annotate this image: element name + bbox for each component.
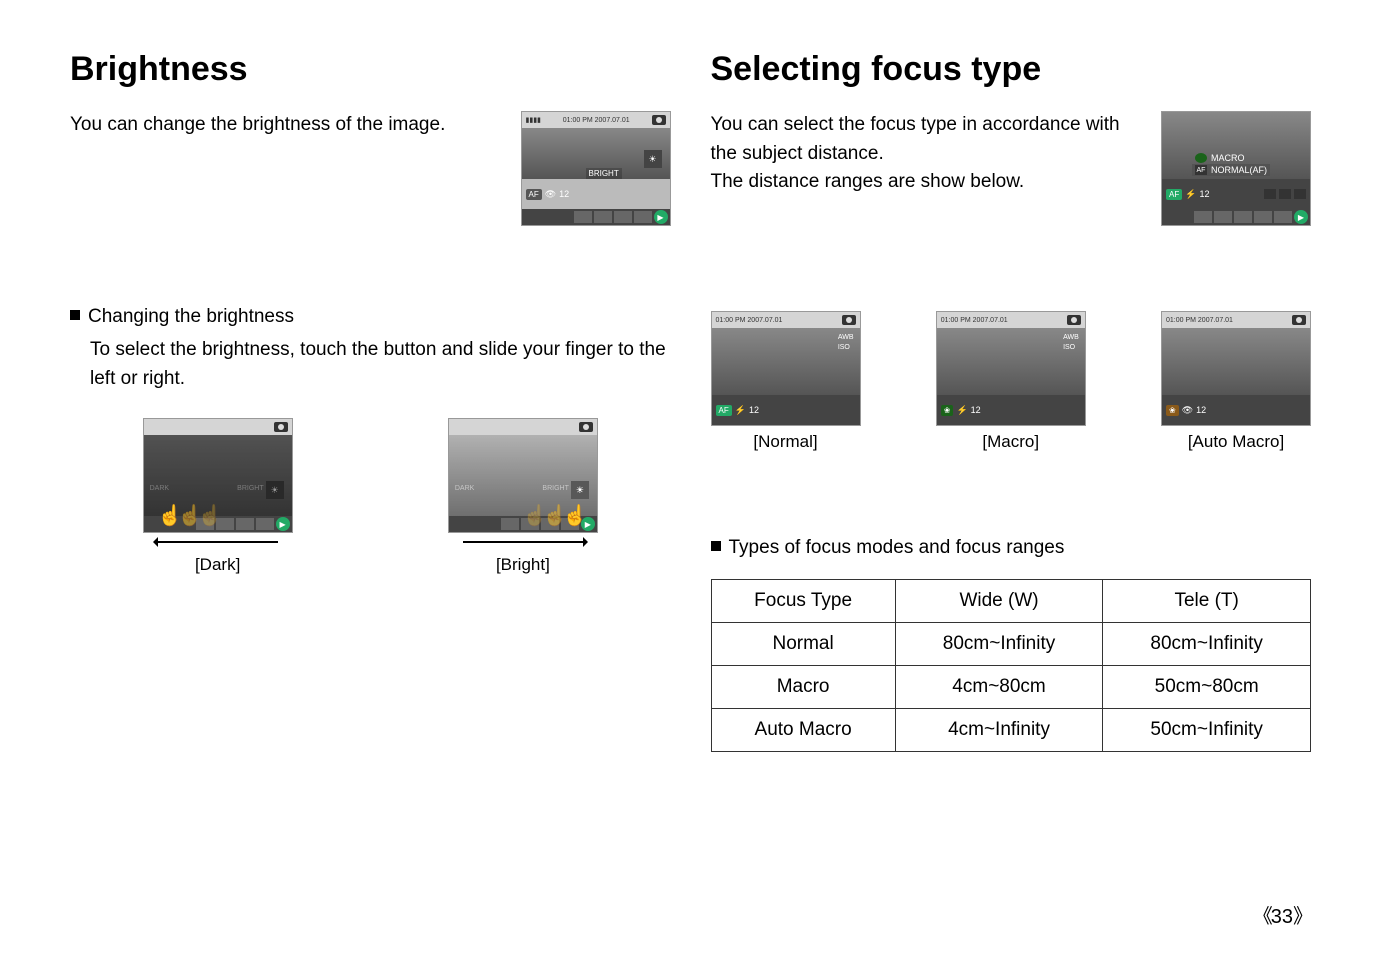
flash-icon: ⚡ — [1185, 189, 1196, 200]
awb-label: AWB — [838, 334, 854, 341]
menu-macro: MACRO — [1211, 153, 1245, 163]
normal-screenshot: 01:00 PM 2007.07.01 AWB ISO AF ⚡ 12 — [711, 311, 861, 426]
dark-caption: [Dark] — [195, 555, 240, 575]
frame-count: 12 — [749, 405, 759, 415]
play-icon: ▶ — [276, 517, 290, 531]
icon — [1294, 189, 1306, 199]
play-icon: ▶ — [1294, 210, 1308, 224]
brightness-heading: Brightness — [70, 50, 671, 89]
table-row: Normal 80cm~Infinity 80cm~Infinity — [711, 623, 1311, 666]
bright-screenshot: DARK BRIGHT ☀ ▶ — [448, 418, 598, 533]
icon — [1279, 189, 1291, 199]
focus-menu: MACRO AF NORMAL(AF) — [1192, 152, 1270, 176]
play-icon: ▶ — [581, 517, 595, 531]
bright-label: BRIGHT — [542, 485, 568, 492]
macro-screenshot: 01:00 PM 2007.07.01 AWB ISO ❀ ⚡ 12 — [936, 311, 1086, 426]
th-tele: Tele (T) — [1103, 580, 1311, 623]
brightness-main-screenshot: ▮▮▮▮ 01:00 PM 2007.07.01 BRIGHT ☀ ☟ AF 👁… — [521, 111, 671, 226]
bright-slider-label: BRIGHT — [586, 168, 622, 179]
timestamp: 01:00 PM 2007.07.01 — [563, 117, 630, 124]
timestamp: 01:00 PM 2007.07.01 — [1166, 317, 1233, 324]
af-icon: AF — [1195, 165, 1207, 175]
iso-label: ISO — [838, 344, 854, 351]
focus-main-screenshot: MACRO AF NORMAL(AF) AF ⚡ 12 ▶ — [1161, 111, 1311, 226]
af-badge: AF — [526, 189, 542, 200]
brightness-intro: You can change the brightness of the ima… — [70, 111, 501, 140]
macro-badge: ❀ — [941, 405, 954, 416]
flash-icon: ⚡ — [735, 405, 746, 416]
timestamp: 01:00 PM 2007.07.01 — [716, 317, 783, 324]
dark-label: DARK — [455, 485, 474, 492]
flash-icon: ⚡ — [956, 405, 967, 416]
dark-label: DARK — [150, 485, 169, 492]
play-icon: ▶ — [654, 210, 668, 224]
camera-icon — [652, 115, 666, 125]
icon-eye: 👁 — [545, 189, 556, 200]
thumb — [594, 211, 612, 223]
slider-handle-icon: ☀ — [571, 481, 589, 499]
focus-heading: Selecting focus type — [711, 50, 1312, 89]
af-badge: AF — [1166, 189, 1182, 200]
frame-count: 12 — [1199, 189, 1209, 199]
thumb — [614, 211, 632, 223]
bright-caption: [Bright] — [496, 555, 550, 575]
camera-icon — [842, 315, 856, 325]
frame-count: 12 — [559, 189, 569, 199]
awb-label: AWB — [1063, 334, 1079, 341]
bright-label: BRIGHT — [237, 485, 263, 492]
changing-brightness-subhead: Changing the brightness — [70, 306, 671, 328]
th-wide: Wide (W) — [895, 580, 1103, 623]
focus-table-heading: Types of focus modes and focus ranges — [711, 537, 1312, 559]
battery-icon: ▮▮▮▮ — [526, 116, 541, 124]
camera-icon — [1067, 315, 1081, 325]
page-number: 《33》 — [1253, 900, 1311, 929]
slider-handle-icon: ☀ — [644, 150, 662, 168]
focus-range-table: Focus Type Wide (W) Tele (T) Normal 80cm… — [711, 579, 1312, 752]
table-row: Macro 4cm~80cm 50cm~80cm — [711, 666, 1311, 709]
iso-label: ISO — [1063, 344, 1079, 351]
table-row: Focus Type Wide (W) Tele (T) — [711, 580, 1311, 623]
normal-caption: [Normal] — [753, 432, 817, 452]
flower-icon — [1195, 153, 1207, 163]
eye-icon: 👁 — [1182, 405, 1193, 416]
th-focus-type: Focus Type — [711, 580, 895, 623]
slider-handle-icon: ☀ — [266, 481, 284, 499]
icon — [1264, 189, 1276, 199]
changing-brightness-text: To select the brightness, touch the butt… — [90, 336, 671, 393]
af-badge: AF — [716, 405, 732, 416]
automacro-caption: [Auto Macro] — [1188, 432, 1284, 452]
arrow-left-icon — [158, 541, 278, 543]
thumb — [574, 211, 592, 223]
menu-normal: NORMAL(AF) — [1211, 165, 1267, 175]
automacro-badge: ❀ — [1166, 405, 1179, 416]
dark-screenshot: DARK BRIGHT ☀ ▶ — [143, 418, 293, 533]
automacro-screenshot: 01:00 PM 2007.07.01 ❀ 👁 12 — [1161, 311, 1311, 426]
focus-intro-2: The distance ranges are show below. — [711, 168, 1142, 197]
bullet-icon — [711, 541, 721, 551]
timestamp: 01:00 PM 2007.07.01 — [941, 317, 1008, 324]
table-row: Auto Macro 4cm~Infinity 50cm~Infinity — [711, 709, 1311, 752]
thumb — [634, 211, 652, 223]
focus-intro-1: You can select the focus type in accorda… — [711, 111, 1142, 168]
macro-caption: [Macro] — [982, 432, 1039, 452]
bullet-icon — [70, 310, 80, 320]
frame-count: 12 — [971, 405, 981, 415]
camera-icon — [274, 422, 288, 432]
camera-icon — [579, 422, 593, 432]
frame-count: 12 — [1196, 405, 1206, 415]
camera-icon — [1292, 315, 1306, 325]
arrow-right-icon — [463, 541, 583, 543]
